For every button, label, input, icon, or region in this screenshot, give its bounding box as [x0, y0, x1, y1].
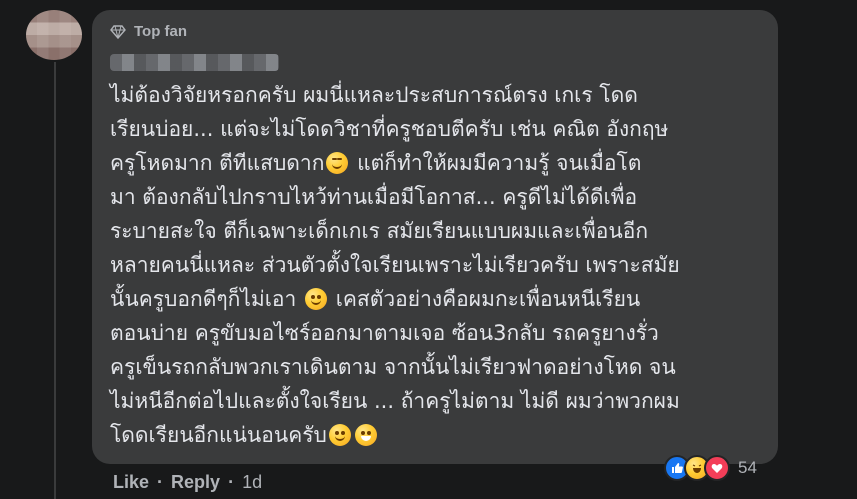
avatar[interactable]	[26, 10, 82, 60]
comment-line-part: นั้นครูบอกดีๆก็ไม่เอา	[110, 287, 297, 311]
smiling-emoji-icon	[328, 424, 351, 446]
comment-line: ครูเข็นรถกลับพวกเราเดินตาม จากนั้นไม่เรี…	[110, 355, 676, 379]
comment-line: เรียนบ่อย... แต่จะไม่โดดวิชาที่ครูชอบตีค…	[110, 117, 669, 141]
comment-actions: Like · Reply · 1d	[113, 472, 262, 493]
badge-label: Top fan	[134, 23, 188, 40]
comment-line: ครูโหดมาก ตีทีแสบดาก แต่ก็ทำให้ผมมีความร…	[110, 146, 766, 180]
comment-text: ไม่ต้องวิจัยหรอกครับ ผมนี่แหละประสบการณ์…	[110, 78, 766, 452]
laughing-emoji-icon	[326, 152, 349, 174]
love-icon	[704, 455, 730, 481]
comment-line: ไม่หนีอีกต่อไปและตั้งใจเรียน ... ถ้าครูไ…	[110, 389, 680, 413]
author-name-blurred[interactable]	[110, 54, 279, 71]
grinning-emoji-icon	[354, 424, 377, 446]
comment-line: ตอนบ่าย ครูขับมอไซร์ออกมาตามเจอ ซ้อน3กลั…	[110, 321, 659, 345]
reply-button[interactable]: Reply	[171, 472, 220, 493]
comment-line: หลายคนนี่แหละ ส่วนตัวตั้งใจเรียนเพราะไม่…	[110, 253, 680, 277]
diamond-icon	[110, 24, 126, 40]
comment-line: ระบายสะใจ ตีก็เฉพาะเด็กเกเร สมัยเรียนแบบ…	[110, 219, 649, 243]
reactions-summary[interactable]: 54	[664, 455, 757, 481]
separator: ·	[157, 472, 164, 492]
timestamp[interactable]: 1d	[242, 472, 262, 493]
like-button[interactable]: Like	[113, 472, 149, 493]
comment-line: นั้นครูบอกดีๆก็ไม่เอา เคสตัวอย่างคือผมกะ…	[110, 282, 766, 316]
smiling-emoji-icon	[305, 288, 328, 310]
comment-line-part: โดดเรียนอีกแน่นอนครับ	[110, 423, 327, 447]
separator: ·	[228, 472, 235, 492]
reaction-count: 54	[738, 458, 757, 477]
comment-line-part: เคสตัวอย่างคือผมกะเพื่อนหนีเรียน	[335, 287, 641, 311]
top-fan-badge: Top fan	[110, 23, 187, 40]
comment-line-part: แต่ก็ทำให้ผมมีความรู้ จนเมื่อโต	[357, 151, 642, 175]
comment-line: โดดเรียนอีกแน่นอนครับ	[110, 418, 766, 452]
comment-line: ไม่ต้องวิจัยหรอกครับ ผมนี่แหละประสบการณ์…	[110, 83, 638, 107]
comment-bubble: Top fan ไม่ต้องวิจัยหรอกครับ ผมนี่แหละปร…	[92, 10, 778, 464]
comment-line-part: ครูโหดมาก ตีทีแสบดาก	[110, 151, 325, 175]
thread-line	[54, 62, 56, 499]
comment-line: มา ต้องกลับไปกราบไหว้ท่านเมื่อมีโอกาส...…	[110, 185, 638, 209]
